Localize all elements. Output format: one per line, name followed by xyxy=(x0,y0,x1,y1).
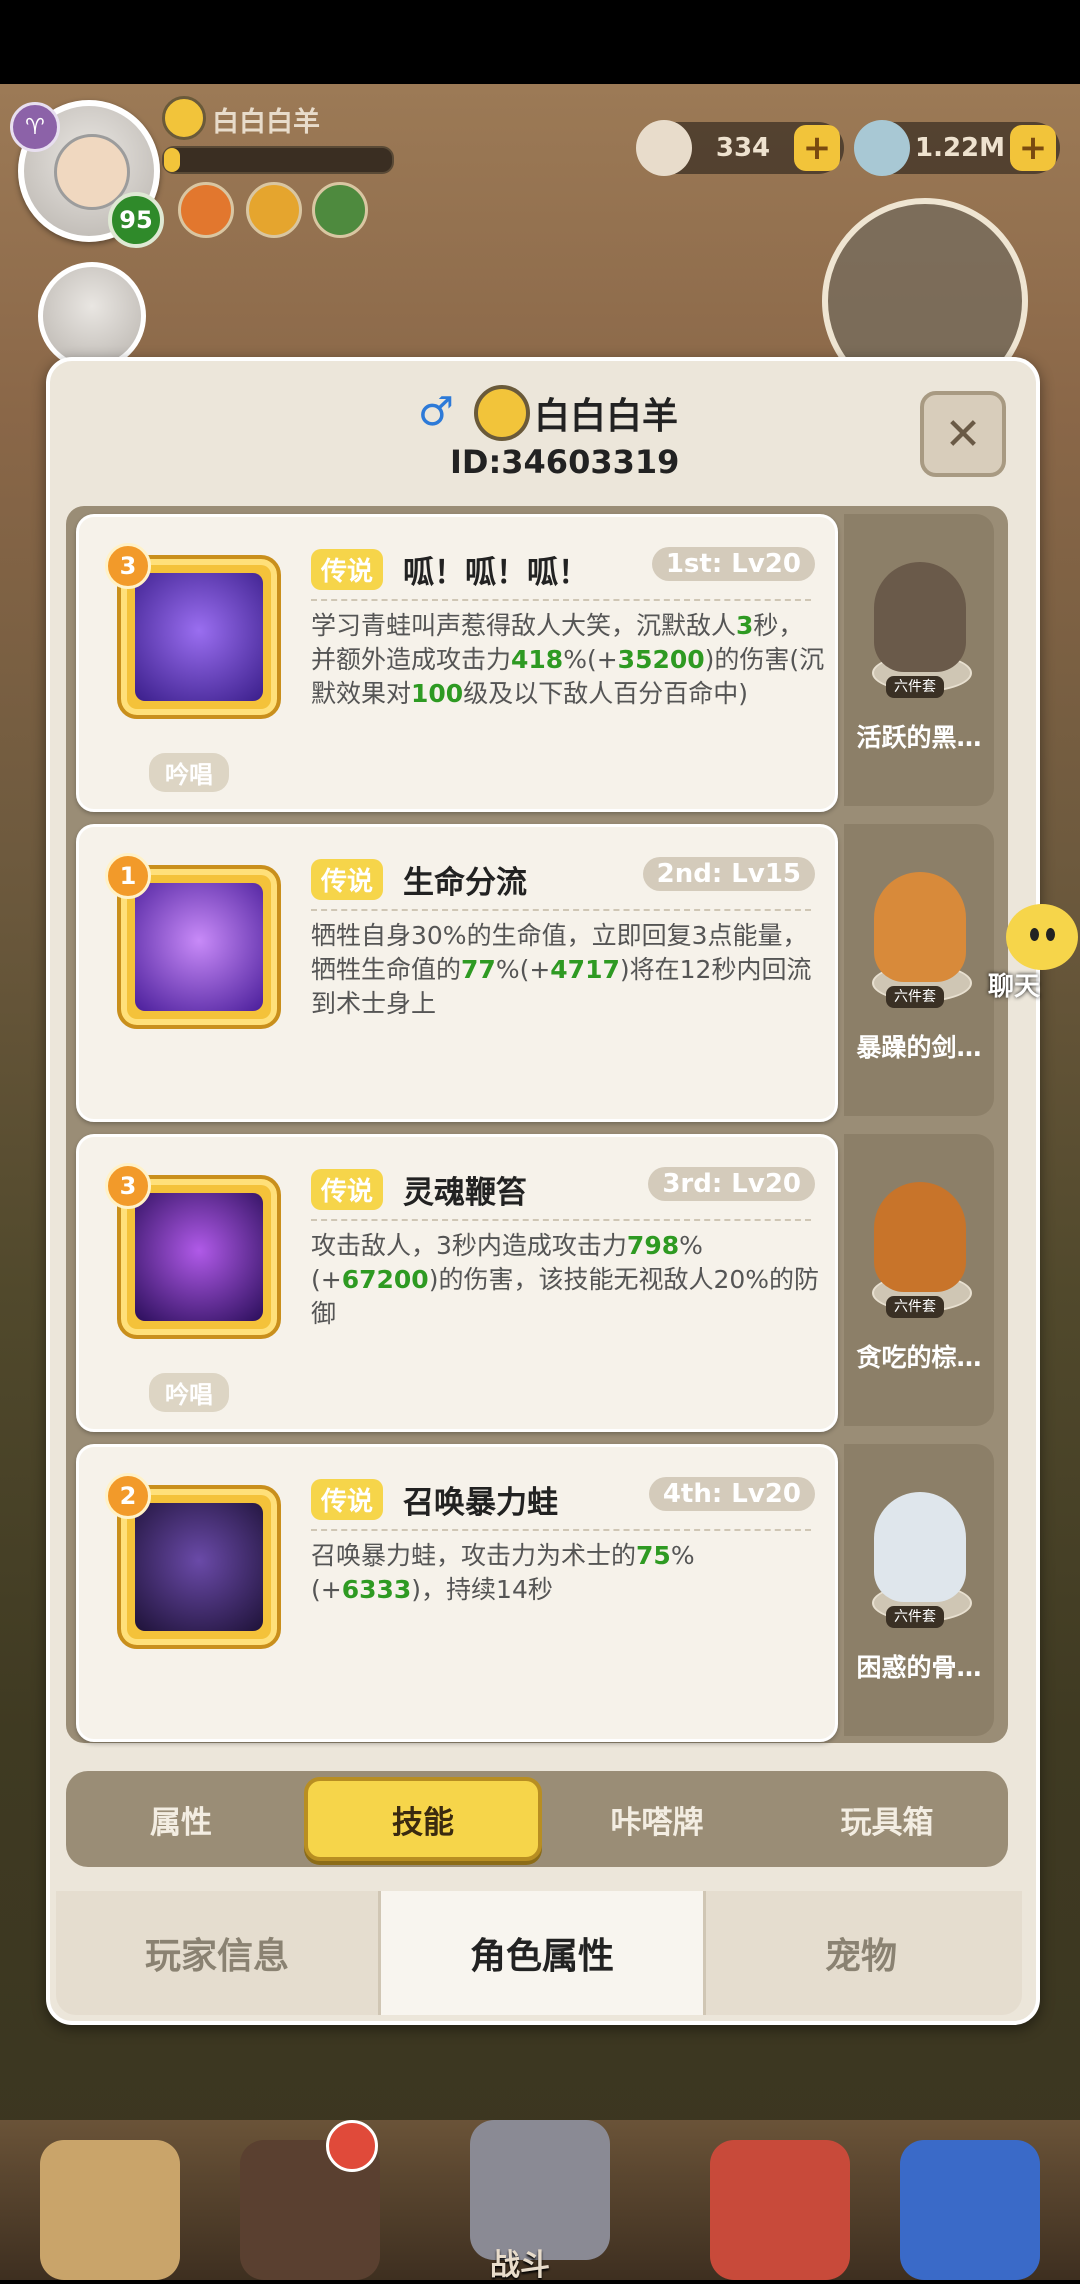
player-id: ID:34603319 xyxy=(450,443,680,481)
nav-shop-icon[interactable] xyxy=(900,2140,1040,2280)
chat-icon xyxy=(1006,904,1078,970)
player-level-badge: 95 xyxy=(108,192,164,248)
buff-badge-icon[interactable] xyxy=(246,182,302,238)
chat-button[interactable]: 聊天 xyxy=(988,900,1080,1010)
pet-figure xyxy=(874,872,966,982)
skill-icon xyxy=(135,1193,263,1321)
currency-gems-value: 334 xyxy=(715,133,771,163)
currency-shells: 1.22M + xyxy=(854,120,1060,176)
tab-character-attributes[interactable]: 角色属性 xyxy=(378,1891,706,2015)
skill-level-badge: 3 xyxy=(105,543,151,589)
player-title-icon xyxy=(474,385,530,441)
divider xyxy=(311,599,811,601)
hud-player-name: 白白白羊 xyxy=(212,107,320,138)
main-tab-bar: 玩家信息 角色属性 宠物 xyxy=(56,1891,1022,2015)
skill-slot-level: 2nd: Lv15 xyxy=(642,857,815,891)
suit-badge: 六件套 xyxy=(886,1296,944,1318)
skill-description: 学习青蛙叫声惹得敌人大笑，沉默敌人3秒，并额外造成攻击力418%(+35200)… xyxy=(311,611,825,708)
skill-description: 攻击敌人，3秒内造成攻击力798%(+67200)的伤害，该技能无视敌人20%的… xyxy=(311,1231,820,1328)
player-profile-panel: ♂ 白白白羊 ID:34603319 ✕ 3 传说 呱！呱！呱！ 1st: Lv… xyxy=(46,357,1040,2025)
gem-icon xyxy=(636,120,692,176)
pet-figure xyxy=(874,562,966,672)
chat-icon-eye xyxy=(1046,928,1055,941)
xp-bar-fill xyxy=(164,148,180,172)
skill-list[interactable]: 3 传说 呱！呱！呱！ 1st: Lv20 学习青蛙叫声惹得敌人大笑，沉默敌人3… xyxy=(66,506,1008,1743)
pet-name: 贪吃的棕… xyxy=(856,1343,982,1372)
currency-shells-value: 1.22M xyxy=(914,133,1006,163)
skill-name: 呱！呱！呱！ xyxy=(403,555,589,591)
divider xyxy=(311,1219,811,1221)
suit-badge: 六件套 xyxy=(886,1606,944,1628)
skill-level-badge: 3 xyxy=(105,1163,151,1209)
nav-battle-icon[interactable] xyxy=(470,2120,610,2260)
skill-description: 召唤暴力蛙，攻击力为术士的75%(+6333)，持续14秒 xyxy=(311,1541,695,1604)
tab-toybox[interactable]: 玩具箱 xyxy=(772,1771,1002,1867)
equipped-pet[interactable]: 六件套 活跃的黑… xyxy=(844,514,994,806)
divider xyxy=(311,1529,811,1531)
skill-level-badge: 2 xyxy=(105,1473,151,1519)
skill-slot-level: 3rd: Lv20 xyxy=(648,1167,815,1201)
skill-icon xyxy=(135,883,263,1011)
pet-figure xyxy=(874,1182,966,1292)
xp-bar xyxy=(162,146,394,174)
pet-name: 活跃的黑… xyxy=(856,723,982,752)
pet-name: 暴躁的剑… xyxy=(856,1033,982,1062)
skill-card[interactable]: 1 传说 生命分流 2nd: Lv15 牺牲自身30%的生命值，立即回复3点能量… xyxy=(76,824,838,1122)
chat-label: 聊天 xyxy=(988,972,1041,1002)
nav-character-icon[interactable] xyxy=(40,2140,180,2280)
notification-dot xyxy=(326,2120,378,2172)
skill-name: 生命分流 xyxy=(403,865,527,901)
skill-icon xyxy=(135,1503,263,1631)
tab-attributes[interactable]: 属性 xyxy=(66,1771,296,1867)
equipped-pet[interactable]: 六件套 暴躁的剑… xyxy=(844,824,994,1116)
tab-pets[interactable]: 宠物 xyxy=(700,1891,1022,2015)
rarity-tag: 传说 xyxy=(311,549,384,590)
skill-icon xyxy=(135,573,263,701)
chant-tag: 吟唱 xyxy=(149,1373,229,1412)
party-avatar[interactable] xyxy=(38,262,146,370)
zodiac-icon: ♈ xyxy=(10,102,60,152)
player-title-icon xyxy=(162,96,206,140)
buff-badge-icon[interactable] xyxy=(178,182,234,238)
add-gems-button[interactable]: + xyxy=(794,125,840,171)
skill-slot-level: 1st: Lv20 xyxy=(651,547,815,581)
pet-figure xyxy=(874,1492,966,1602)
chant-tag: 吟唱 xyxy=(149,753,229,792)
equipped-pet[interactable]: 六件套 困惑的骨… xyxy=(844,1444,994,1736)
tab-cards[interactable]: 咔嗒牌 xyxy=(542,1771,772,1867)
equipped-pet[interactable]: 六件套 贪吃的棕… xyxy=(844,1134,994,1426)
nav-pet-icon[interactable] xyxy=(710,2140,850,2280)
skill-description: 牺牲自身30%的生命值，立即回复3点能量，牺牲生命值的77%(+4717)将在1… xyxy=(311,921,812,1018)
rarity-tag: 传说 xyxy=(311,1169,384,1210)
skill-name: 召唤暴力蛙 xyxy=(403,1485,558,1521)
skill-level-badge: 1 xyxy=(105,853,151,899)
add-shells-button[interactable]: + xyxy=(1010,125,1056,171)
buff-badge-icon[interactable] xyxy=(312,182,368,238)
currency-gems: 334 + xyxy=(636,120,844,176)
chat-icon-eye xyxy=(1030,928,1039,941)
rarity-tag: 传说 xyxy=(311,1479,384,1520)
skill-slot-level: 4th: Lv20 xyxy=(648,1477,815,1511)
skill-card[interactable]: 3 传说 灵魂鞭笞 3rd: Lv20 攻击敌人，3秒内造成攻击力798%(+6… xyxy=(76,1134,838,1432)
skill-name: 灵魂鞭笞 xyxy=(403,1175,527,1211)
shell-icon xyxy=(854,120,910,176)
skill-card[interactable]: 2 传说 召唤暴力蛙 4th: Lv20 召唤暴力蛙，攻击力为术士的75%(+6… xyxy=(76,1444,838,1742)
male-gender-icon: ♂ xyxy=(418,389,454,435)
tab-skills[interactable]: 技能 xyxy=(304,1777,542,1861)
rarity-tag: 传说 xyxy=(311,859,384,900)
status-bar xyxy=(0,0,1080,84)
skill-card[interactable]: 3 传说 呱！呱！呱！ 1st: Lv20 学习青蛙叫声惹得敌人大笑，沉默敌人3… xyxy=(76,514,838,812)
suit-badge: 六件套 xyxy=(886,676,944,698)
tab-player-info[interactable]: 玩家信息 xyxy=(56,1891,378,2015)
suit-badge: 六件套 xyxy=(886,986,944,1008)
sub-tab-bar: 属性 技能 咔嗒牌 玩具箱 xyxy=(66,1771,1008,1867)
pet-name: 困惑的骨… xyxy=(856,1653,982,1682)
divider xyxy=(311,909,811,911)
panel-player-name: 白白白羊 xyxy=(534,396,679,437)
nav-battle-label: 战斗 xyxy=(490,2248,550,2283)
close-button[interactable]: ✕ xyxy=(920,391,1006,477)
